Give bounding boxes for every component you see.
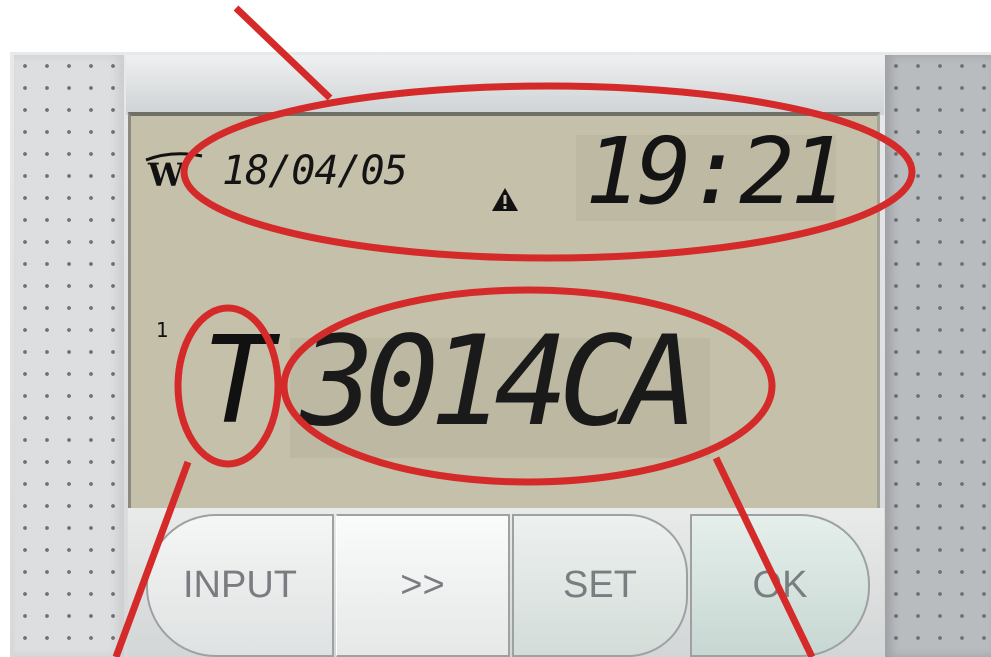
code-ellipse (280, 286, 776, 486)
type-flag-ellipse (174, 304, 282, 468)
pointer-line-flag (112, 460, 192, 657)
datetime-ellipse (180, 82, 916, 262)
pointer-line-code (712, 456, 816, 657)
pointer-line-datetime (233, 5, 333, 101)
annotation-overlay (112, 5, 916, 657)
